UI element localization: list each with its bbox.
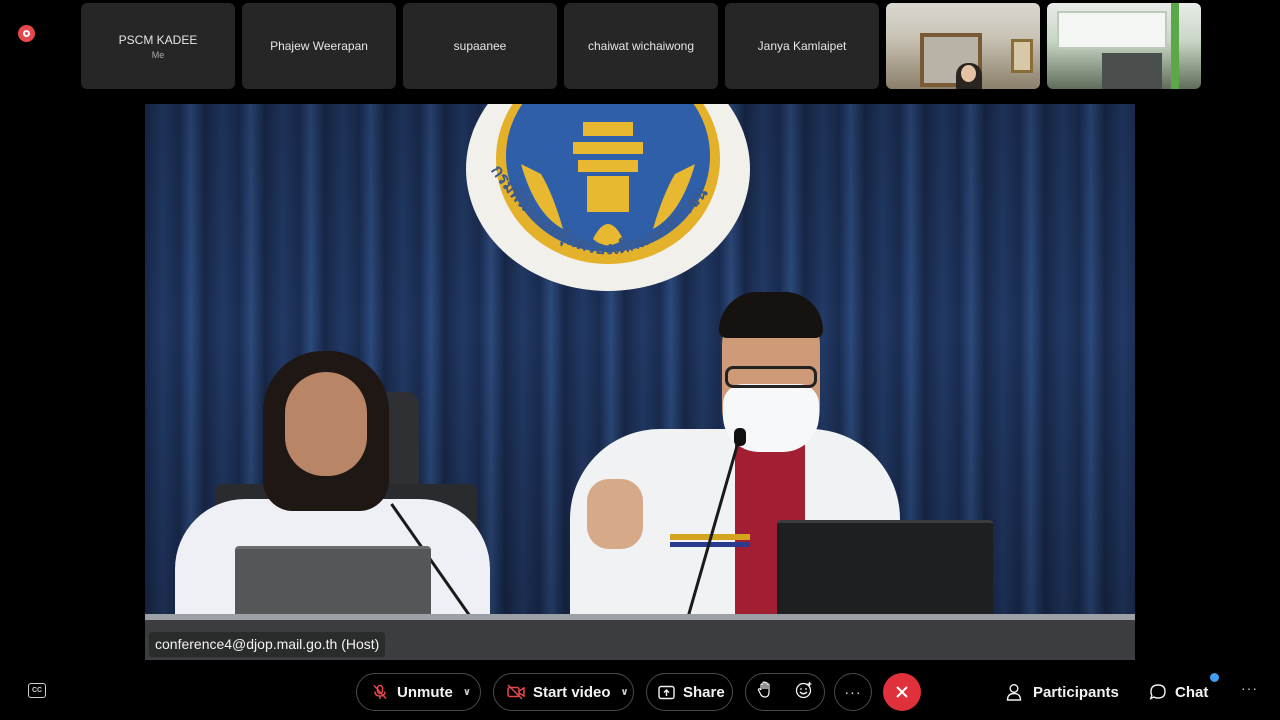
- start-video-label: Start video: [533, 683, 611, 701]
- participant-name: chaiwat wichaiwong: [587, 39, 695, 53]
- participants-label: Participants: [1033, 683, 1119, 701]
- participant-tile[interactable]: Janya Kamlaipet: [725, 3, 879, 89]
- share-button[interactable]: Share: [646, 673, 733, 711]
- overflow-menu-icon[interactable]: ···: [1241, 680, 1258, 696]
- participant-tile[interactable]: supaanee: [403, 3, 557, 89]
- participant-name: PSCM KADEE: [118, 32, 198, 47]
- participant-face: [961, 65, 976, 82]
- main-video-feed[interactable]: กรมพินิจและคุ้มครองเด็กและเยาวชน confere…: [145, 104, 1135, 660]
- chevron-down-icon[interactable]: ∨: [621, 687, 629, 698]
- chat-label: Chat: [1175, 683, 1209, 701]
- agency-emblem: กรมพินิจและคุ้มครองเด็กและเยาวชน: [466, 104, 750, 291]
- participant-tile[interactable]: PSCM KADEE Me: [81, 3, 235, 89]
- chat-icon: [1149, 684, 1166, 700]
- wall-picture: [1011, 39, 1033, 73]
- reactions-icon[interactable]: [795, 681, 813, 704]
- desk-edge: [145, 614, 1135, 620]
- more-options-button[interactable]: ···: [834, 673, 872, 711]
- raise-hand-icon[interactable]: [757, 681, 773, 703]
- participant-video-tile[interactable]: [886, 3, 1040, 89]
- participant-name: Phajew Weerapan: [270, 39, 368, 53]
- participant-strip: PSCM KADEE Me Phajew Weerapan supaanee c…: [81, 3, 1201, 89]
- close-icon: [896, 686, 908, 698]
- participant-tile[interactable]: Phajew Weerapan: [242, 3, 396, 89]
- participants-icon: [1006, 684, 1022, 701]
- participant-self-label: Me: [151, 49, 165, 60]
- unmute-button[interactable]: Unmute ∨: [356, 673, 481, 711]
- more-options-icon: ···: [844, 684, 862, 700]
- participants-button[interactable]: Participants: [1006, 680, 1119, 704]
- leave-meeting-button[interactable]: [883, 673, 921, 711]
- unmute-label: Unmute: [397, 683, 453, 701]
- reactions-group: [745, 673, 825, 711]
- chat-button[interactable]: Chat: [1149, 680, 1208, 704]
- participant-name: Janya Kamlaipet: [757, 39, 847, 53]
- microphone-head: [734, 428, 746, 446]
- participant-video-tile[interactable]: [1047, 3, 1201, 89]
- closed-captions-icon[interactable]: CC: [28, 683, 46, 698]
- speaker-right-hair: [719, 292, 823, 338]
- room-cabinet: [1102, 53, 1162, 89]
- speaker-left-face: [285, 372, 367, 476]
- room-window: [1057, 11, 1167, 49]
- chevron-down-icon[interactable]: ∨: [463, 687, 471, 698]
- speaker-right-hand: [587, 479, 643, 549]
- share-label: Share: [683, 683, 725, 701]
- host-name-label: conference4@djop.mail.go.th (Host): [149, 632, 386, 657]
- start-video-button[interactable]: Start video ∨: [493, 673, 634, 711]
- microphone-muted-icon: [372, 684, 388, 700]
- speaker-right-glasses: [725, 366, 817, 388]
- share-screen-icon: [658, 685, 675, 700]
- participant-tile[interactable]: chaiwat wichaiwong: [564, 3, 718, 89]
- participant-name: supaanee: [453, 39, 507, 53]
- room-pillar: [1171, 3, 1179, 89]
- unread-badge: [1210, 673, 1219, 682]
- video-off-icon: [507, 684, 525, 700]
- recording-indicator-icon: [18, 25, 35, 42]
